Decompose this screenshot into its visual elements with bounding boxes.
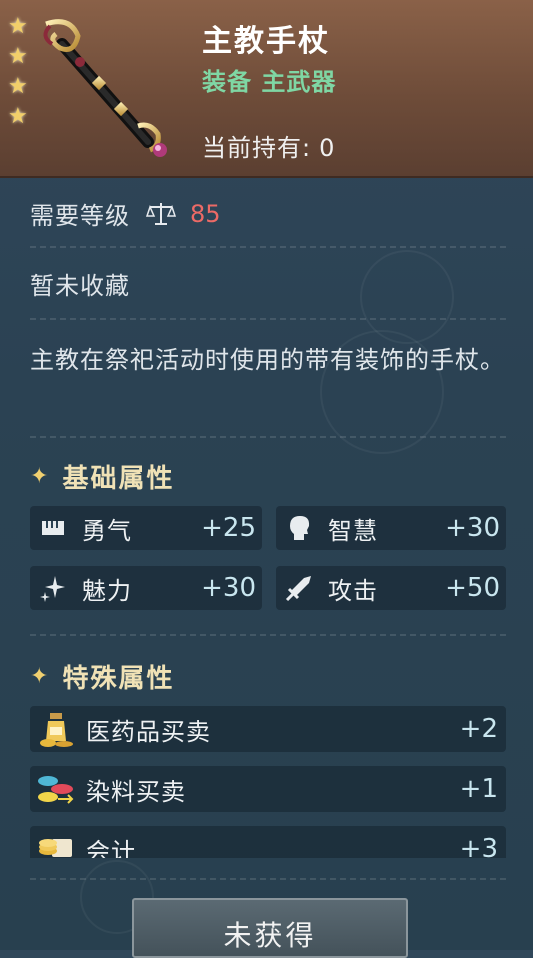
attribute-label: 勇气 <box>82 516 132 545</box>
attribute-value: +30 <box>201 573 256 603</box>
courage-icon <box>38 513 68 543</box>
sparkle-icon: ✦ <box>30 664 51 689</box>
divider <box>30 878 506 880</box>
attribute-value: +30 <box>445 513 500 543</box>
sparkle-icon: ✦ <box>30 464 51 489</box>
divider <box>30 436 506 438</box>
attribute-attack: 攻击 +50 <box>276 566 506 610</box>
basic-attributes-title: ✦ 基础属性 <box>30 458 174 495</box>
attribute-charm: 魅力 +30 <box>30 566 262 610</box>
button-label: 未获得 <box>223 919 317 952</box>
collection-status: 暂未收藏 <box>30 272 130 300</box>
item-header: ★ ★ ★ ★ 主教手杖 装备 主武器 当前持有: 0 <box>0 0 533 178</box>
special-attribute-value: +1 <box>459 774 498 804</box>
charm-sparkle-icon <box>38 573 68 603</box>
holding-value: 0 <box>319 134 336 162</box>
attribute-value: +50 <box>445 573 500 603</box>
bishop-staff-image <box>43 19 167 157</box>
special-attribute-value: +3 <box>459 834 498 858</box>
coins-scroll-icon <box>39 839 72 857</box>
divider <box>30 246 506 248</box>
special-attributes-label: 特殊属性 <box>62 664 175 694</box>
attribute-label: 攻击 <box>328 576 378 605</box>
attribute-wisdom: 智慧 +30 <box>276 506 506 550</box>
holding-count: 当前持有: 0 <box>202 128 335 163</box>
basic-attributes-label: 基础属性 <box>62 464 175 494</box>
special-attribute-label: 医药品买卖 <box>86 717 211 746</box>
special-attribute-accounting: 会计 +3 <box>30 826 506 858</box>
item-description: 主教在祭祀活动时使用的带有装饰的手杖。 <box>30 346 505 374</box>
wisdom-head-icon <box>284 513 314 543</box>
special-attribute-label: 染料买卖 <box>86 777 186 806</box>
medicine-bottle-icon <box>40 713 73 747</box>
dye-bowls-icon <box>38 776 74 804</box>
not-obtained-button[interactable]: 未获得 <box>132 898 408 958</box>
attribute-courage: 勇气 +25 <box>30 506 262 550</box>
attribute-value: +25 <box>201 513 256 543</box>
special-attribute-dye: 染料买卖 +1 <box>30 766 506 812</box>
special-attribute-medicine: 医药品买卖 +2 <box>30 706 506 752</box>
required-level-value: 85 <box>190 199 221 228</box>
attribute-label: 魅力 <box>82 576 132 605</box>
divider <box>30 318 506 320</box>
attribute-label: 智慧 <box>328 516 378 545</box>
required-level-row: 需要等级 85 <box>30 196 221 231</box>
list-clip: 会计 +3 <box>30 822 506 858</box>
special-attribute-label: 会计 <box>86 837 136 859</box>
item-title: 主教手杖 <box>202 24 330 59</box>
special-attributes-title: ✦ 特殊属性 <box>30 658 174 695</box>
sword-icon <box>284 573 314 603</box>
special-attribute-value: +2 <box>459 714 498 744</box>
item-category: 装备 主武器 <box>202 68 337 96</box>
required-level-label: 需要等级 <box>30 202 130 230</box>
divider <box>30 634 506 636</box>
holding-label: 当前持有: <box>202 134 312 162</box>
scales-icon <box>146 202 176 225</box>
